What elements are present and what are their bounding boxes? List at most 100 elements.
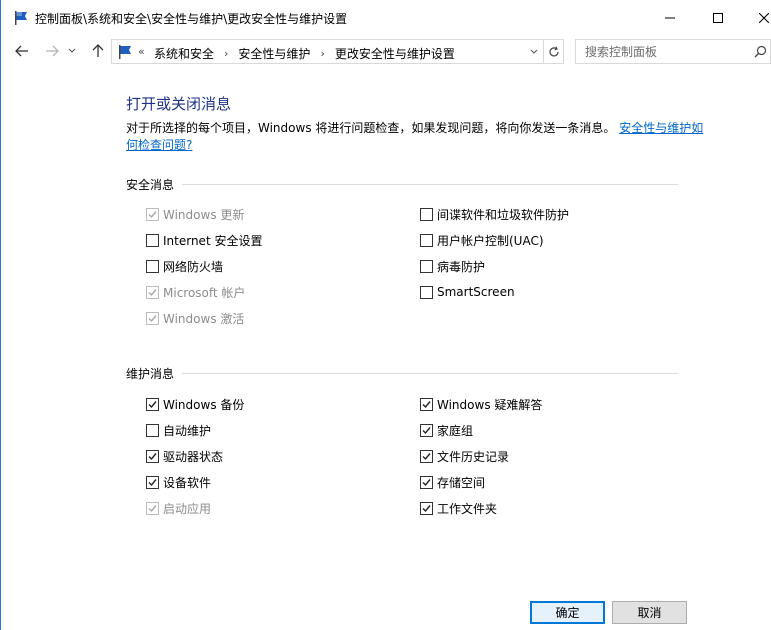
checkbox[interactable] <box>146 423 159 437</box>
address-bar[interactable]: « 系统和安全 › 安全性与维护 › 更改安全性与维护设置 <box>111 39 564 64</box>
checkbox[interactable] <box>146 259 159 273</box>
arrow-left-icon <box>15 45 28 57</box>
maintenance-checkbox-item[interactable]: 文件历史记录 <box>420 447 509 465</box>
checkmark-icon <box>148 210 157 218</box>
maintenance-checkbox-item[interactable]: 设备软件 <box>146 473 211 491</box>
checkmark-icon <box>422 504 431 512</box>
checkmark-icon <box>422 426 431 434</box>
section-divider <box>182 373 678 374</box>
maintenance-checkbox-item[interactable]: 驱动器状态 <box>146 447 223 465</box>
security-checkbox-item[interactable]: 间谍软件和垃圾软件防护 <box>420 205 569 223</box>
checkbox-checked[interactable] <box>420 475 433 489</box>
minimize-button[interactable] <box>647 0 693 36</box>
checkbox-label: 间谍软件和垃圾软件防护 <box>437 207 570 222</box>
security-checkbox-item[interactable]: 网络防火墙 <box>146 257 223 275</box>
maintenance-checkbox-item[interactable]: Windows 疑难解答 <box>420 395 542 413</box>
maintenance-section-title: 维护消息 <box>126 365 678 382</box>
security-checkbox-item[interactable]: SmartScreen <box>420 283 515 301</box>
checkmark-icon <box>148 314 157 322</box>
checkbox-checked[interactable] <box>420 423 433 437</box>
maintenance-checkbox-item[interactable]: Windows 备份 <box>146 395 244 413</box>
ok-button[interactable]: 确定 <box>530 601 605 624</box>
checkbox-label: SmartScreen <box>437 285 515 299</box>
crumb-system-security[interactable]: 系统和安全 <box>154 45 214 62</box>
checkbox-checked[interactable] <box>420 397 433 411</box>
security-checkbox-item: Windows 激活 <box>146 309 244 327</box>
checkmark-icon <box>148 288 157 296</box>
maximize-button[interactable] <box>695 0 741 36</box>
maintenance-checkbox-item[interactable]: 家庭组 <box>420 421 473 439</box>
security-checkbox-item[interactable]: Internet 安全设置 <box>146 231 262 249</box>
security-checkbox-item[interactable]: 用户帐户控制(UAC) <box>420 231 544 249</box>
checkmark-icon <box>422 400 431 408</box>
checkbox-label: 工作文件夹 <box>437 501 498 516</box>
navigation-bar: « 系统和安全 › 安全性与维护 › 更改安全性与维护设置 <box>1 36 771 66</box>
address-history-button[interactable] <box>526 40 542 63</box>
refresh-icon <box>549 46 559 56</box>
checkmark-icon <box>148 478 157 486</box>
chevron-right-icon[interactable]: › <box>320 47 324 60</box>
recent-locations-button[interactable] <box>65 39 79 63</box>
maintenance-checkbox-item[interactable]: 工作文件夹 <box>420 499 497 517</box>
checkmark-icon <box>422 478 431 486</box>
checkbox-label: 存储空间 <box>437 475 486 490</box>
checkbox[interactable] <box>420 259 433 273</box>
description-text: 对于所选择的每个项目，Windows 将进行问题检查，如果发现问题，将向你发送一… <box>126 121 616 135</box>
checkbox-checked[interactable] <box>146 475 159 489</box>
checkbox[interactable] <box>420 233 433 247</box>
security-section-title: 安全消息 <box>126 176 678 193</box>
checkmark-icon <box>148 400 157 408</box>
security-checkbox-item[interactable]: 病毒防护 <box>420 257 485 275</box>
maintenance-checkbox-item: 启动应用 <box>146 499 211 517</box>
crumb-security-maintenance[interactable]: 安全性与维护 <box>238 45 310 62</box>
crumb-change-settings[interactable]: 更改安全性与维护设置 <box>335 45 455 62</box>
checkmark-icon <box>148 504 157 512</box>
back-button[interactable] <box>11 39 33 63</box>
search-box[interactable] <box>575 39 771 64</box>
up-button[interactable] <box>87 39 109 63</box>
dialog-footer: 确定 取消 <box>1 596 771 630</box>
checkmark-icon <box>148 452 157 460</box>
search-icon[interactable] <box>754 45 767 61</box>
chevron-down-icon <box>530 49 538 54</box>
checkbox-label: Windows 激活 <box>163 311 245 326</box>
checkbox-checked[interactable] <box>146 397 159 411</box>
checkbox-label: Windows 备份 <box>163 397 245 412</box>
security-checkbox-item: Windows 更新 <box>146 205 244 223</box>
refresh-button[interactable] <box>543 40 564 63</box>
checkbox-checked[interactable] <box>420 449 433 463</box>
window-title: 控制面板\系统和安全\安全性与维护\更改安全性与维护设置 <box>35 12 348 26</box>
checkbox-checked <box>146 285 159 299</box>
chevron-right-icon[interactable]: › <box>224 47 228 60</box>
checkbox-checked <box>146 207 159 221</box>
checkbox[interactable] <box>420 207 433 221</box>
checkbox-checked[interactable] <box>420 501 433 515</box>
close-button[interactable] <box>741 0 771 36</box>
settings-window: 控制面板\系统和安全\安全性与维护\更改安全性与维护设置 « 系统和安全 › 安… <box>0 0 771 630</box>
checkbox-label: 设备软件 <box>163 475 212 490</box>
checkbox-label: 病毒防护 <box>437 259 486 274</box>
maintenance-checkbox-item[interactable]: 自动维护 <box>146 421 211 439</box>
control-panel-flag-icon <box>117 44 133 60</box>
forward-button[interactable] <box>41 39 63 63</box>
checkbox-checked[interactable] <box>146 449 159 463</box>
checkbox-label: 驱动器状态 <box>163 449 224 464</box>
crumb-overflow-icon[interactable]: « <box>138 45 145 58</box>
checkbox-label: Internet 安全设置 <box>163 233 263 248</box>
section-divider <box>182 184 678 185</box>
search-input[interactable] <box>576 40 746 63</box>
content-area: 打开或关闭消息 对于所选择的每个项目，Windows 将进行问题检查，如果发现问… <box>1 66 771 596</box>
checkbox[interactable] <box>420 285 433 299</box>
section-label: 维护消息 <box>126 367 175 381</box>
security-checkbox-item: Microsoft 帐户 <box>146 283 245 301</box>
maintenance-checkbox-item[interactable]: 存储空间 <box>420 473 485 491</box>
checkbox-label: 自动维护 <box>163 423 212 438</box>
arrow-right-icon <box>46 45 59 57</box>
checkbox-label: Windows 更新 <box>163 207 245 222</box>
cancel-button[interactable]: 取消 <box>612 601 687 624</box>
checkbox-checked <box>146 501 159 515</box>
chevron-down-icon <box>68 48 76 53</box>
control-panel-flag-icon <box>13 10 29 26</box>
checkbox[interactable] <box>146 233 159 247</box>
breadcrumb: 系统和安全 › 安全性与维护 › 更改安全性与维护设置 <box>154 45 455 62</box>
